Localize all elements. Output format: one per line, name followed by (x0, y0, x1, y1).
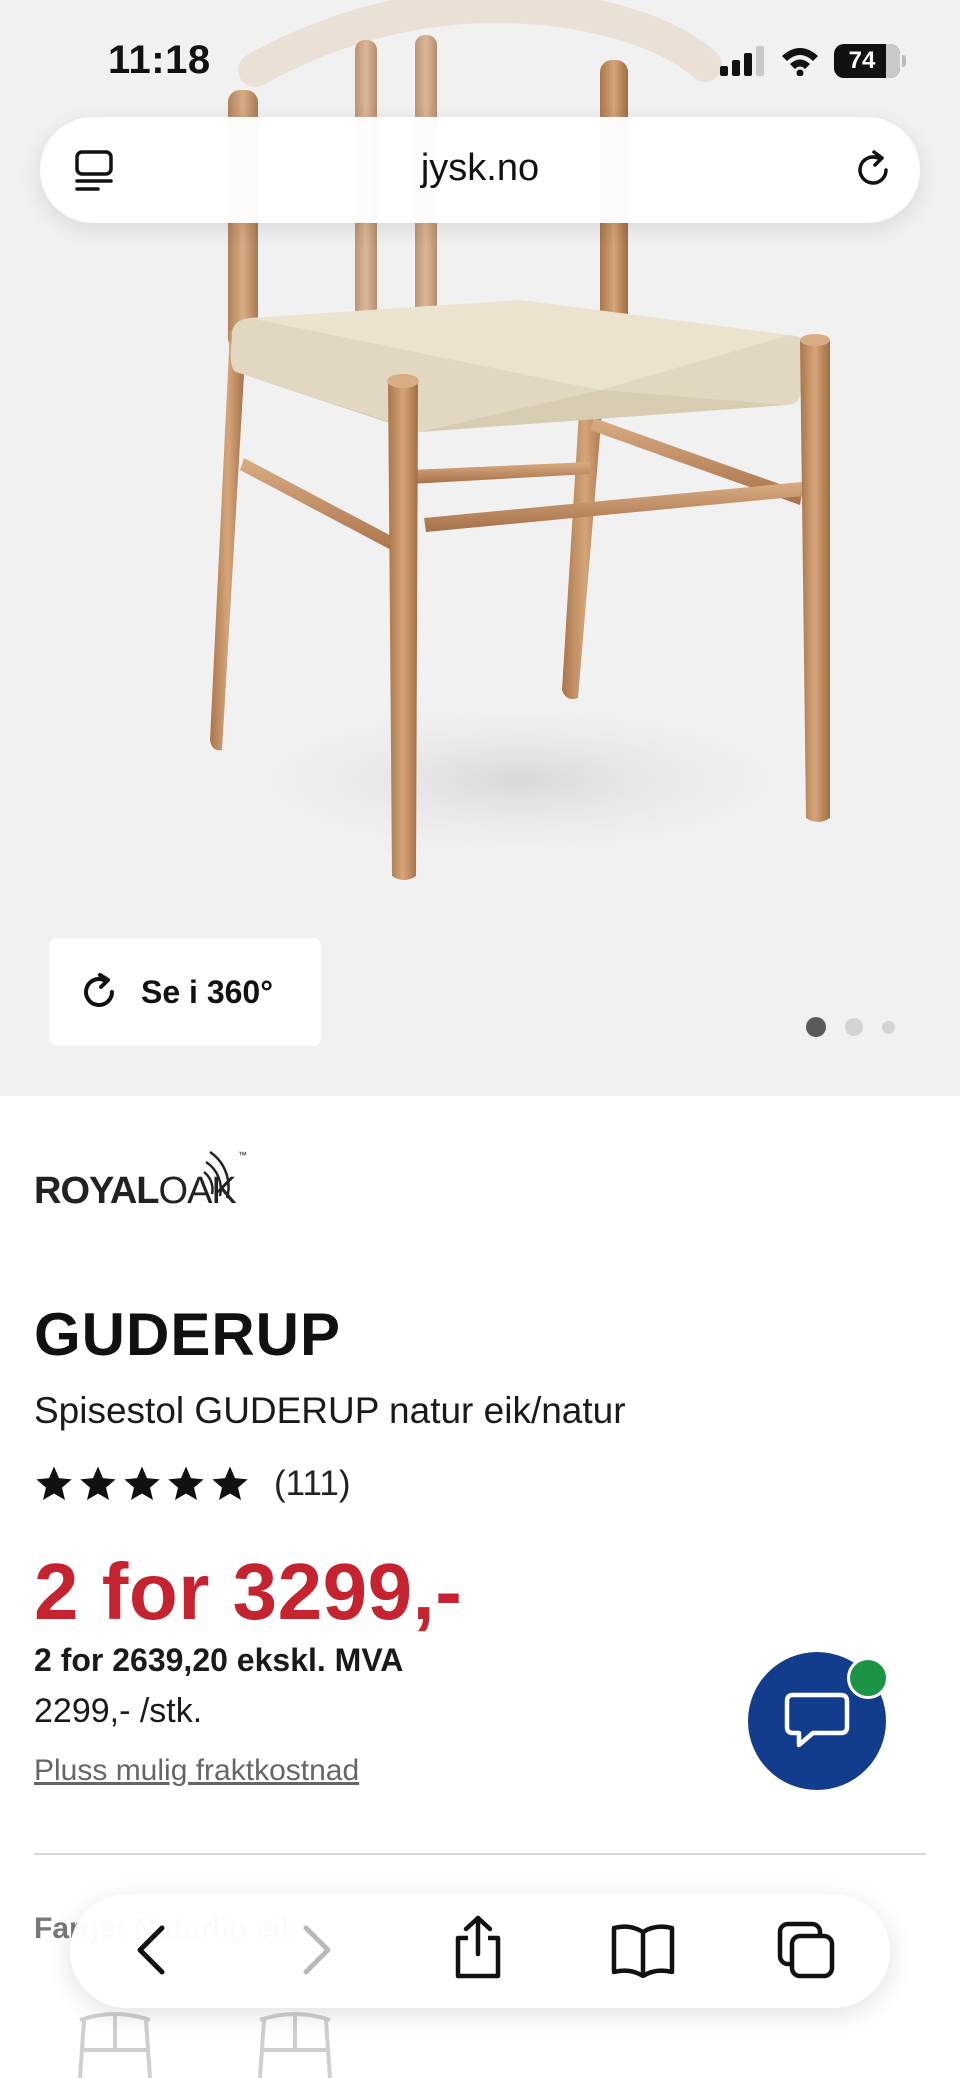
share-icon[interactable] (448, 1914, 508, 1980)
browser-toolbar (70, 1894, 890, 2008)
gallery-dot[interactable] (882, 1020, 895, 1034)
star-icon (168, 1466, 204, 1500)
star-icon (124, 1466, 160, 1500)
shipping-cost-link[interactable]: Pluss mulig fraktkostnad (34, 1754, 359, 1788)
product-price: 2 for 3299,- (34, 1547, 463, 1636)
product-image-gallery[interactable]: 11:18 74 jysk.no Se i 360° (0, 0, 960, 1096)
back-icon[interactable] (124, 1920, 184, 1980)
brand-logo-light: OAK (158, 1170, 237, 1212)
price-ex-vat: 2 for 2639,20 ekskl. MVA (34, 1642, 404, 1678)
wifi-icon (782, 48, 818, 76)
rotate-360-icon (79, 972, 119, 1012)
product-rating[interactable]: (111) (34, 1464, 351, 1504)
chat-icon (784, 1692, 850, 1748)
color-variant-thumbnail[interactable] (70, 2010, 160, 2078)
review-count[interactable]: (111) (274, 1464, 351, 1504)
view-360-label: Se i 360° (141, 973, 273, 1010)
brand-logo-bold: ROYAL (34, 1170, 160, 1212)
star-icon (212, 1466, 248, 1500)
forward-icon[interactable] (284, 1920, 344, 1980)
address-bar[interactable]: jysk.no (40, 117, 920, 223)
battery-icon: 74 (834, 44, 906, 78)
gallery-dot[interactable] (845, 1018, 863, 1036)
reload-icon[interactable] (850, 147, 896, 193)
view-360-button[interactable]: Se i 360° (49, 938, 321, 1046)
gallery-dot-active[interactable] (806, 1017, 826, 1037)
chat-button[interactable] (748, 1652, 889, 1790)
status-time: 11:18 (108, 38, 211, 82)
brand-logo[interactable]: ROYALOAK ™ (34, 1150, 254, 1225)
brand-logo-tm: ™ (238, 1150, 247, 1160)
online-indicator (847, 1657, 889, 1699)
bookmarks-icon[interactable] (610, 1922, 676, 1978)
status-bar: 11:18 74 (0, 0, 960, 120)
signal-icon (720, 46, 764, 76)
tabs-overview-icon[interactable] (776, 1920, 838, 1982)
product-description: Spisestol GUDERUP natur eik/natur (34, 1390, 626, 1431)
status-icons: 74 (720, 44, 906, 78)
gallery-pagination[interactable] (806, 1017, 895, 1037)
product-title: GUDERUP (34, 1301, 342, 1368)
unit-price: 2299,- /stk. (34, 1692, 203, 1730)
section-divider (34, 1853, 926, 1855)
star-icon (80, 1466, 116, 1500)
color-variant-thumbnail[interactable] (250, 2010, 340, 2078)
url-text[interactable]: jysk.no (40, 147, 920, 190)
battery-level: 74 (848, 47, 876, 74)
star-icon (36, 1466, 72, 1500)
